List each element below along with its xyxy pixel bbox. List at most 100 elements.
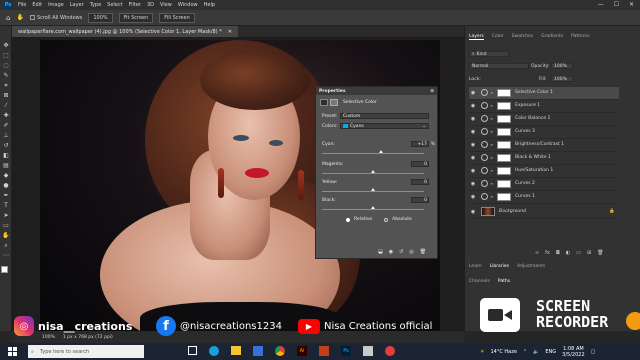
taskbar-search-box[interactable]: ⌕ Type here to search — [28, 345, 144, 358]
cyan-slider[interactable] — [322, 150, 424, 154]
powerpoint-icon[interactable] — [319, 346, 329, 356]
new-layer-icon[interactable]: ⊞ — [587, 250, 591, 256]
fx-icon[interactable]: fx — [545, 250, 550, 256]
visibility-eye-icon[interactable]: ◉ — [469, 116, 477, 122]
clone-stamp-tool-icon[interactable]: ⊥ — [2, 132, 10, 139]
visibility-eye-icon[interactable]: ◉ — [469, 181, 477, 187]
colors-select[interactable]: Cyans ⌄ — [340, 123, 429, 129]
layer-mask-thumb[interactable] — [497, 101, 511, 110]
home-icon[interactable]: ⌂ — [6, 14, 10, 22]
photoshop-taskbar-icon[interactable]: Ps — [341, 346, 351, 356]
gradient-tool-icon[interactable]: ▤ — [2, 162, 10, 169]
eraser-tool-icon[interactable]: ◧ — [2, 152, 10, 159]
type-tool-icon[interactable]: T — [2, 202, 10, 209]
view-previous-icon[interactable]: ◉ — [389, 249, 393, 255]
task-view-icon[interactable] — [188, 346, 197, 355]
media-player-icon[interactable] — [385, 346, 395, 356]
fit-screen-button[interactable]: Fit Screen — [118, 12, 154, 23]
pen-tool-icon[interactable]: ✒ — [2, 192, 10, 199]
tray-chevron-icon[interactable]: ⌃ — [523, 349, 527, 355]
language-indicator[interactable]: ENG — [545, 349, 556, 355]
magenta-slider-thumb[interactable] — [371, 170, 375, 173]
layer-mask-thumb[interactable] — [497, 179, 511, 188]
path-select-tool-icon[interactable]: ➤ — [2, 212, 10, 219]
add-mask-icon[interactable]: ◘ — [556, 250, 560, 256]
layer-mask-thumb[interactable] — [497, 140, 511, 149]
menu-3d[interactable]: 3D — [147, 2, 154, 8]
tab-libraries[interactable]: Libraries — [490, 264, 509, 269]
layer-row[interactable]: ◉ ∞ Selective Color 1 — [469, 87, 619, 100]
reset-icon[interactable]: ↺ — [399, 249, 403, 255]
tab-patterns[interactable]: Patterns — [571, 34, 590, 40]
visibility-eye-icon[interactable]: ◉ — [469, 194, 477, 200]
dodge-tool-icon[interactable]: ● — [2, 182, 10, 189]
properties-header[interactable]: Properties ≡ — [316, 87, 437, 95]
clip-to-layer-icon[interactable]: ⬓ — [378, 249, 383, 255]
visibility-eye-icon[interactable]: ◉ — [469, 129, 477, 135]
menu-select[interactable]: Select — [107, 2, 122, 8]
layer-mask-thumb[interactable] — [497, 88, 511, 97]
hand-tool-icon[interactable]: ✋ — [16, 14, 23, 21]
new-adjustment-icon[interactable]: ◐ — [566, 250, 570, 256]
store-icon[interactable] — [253, 346, 263, 356]
mask-icon[interactable] — [330, 99, 338, 106]
fill-field[interactable]: 100% — [551, 76, 573, 82]
tab-paths[interactable]: Paths — [498, 279, 510, 284]
yellow-slider-thumb[interactable] — [371, 188, 375, 191]
close-button[interactable]: ✕ — [629, 1, 634, 8]
layer-row[interactable]: ◉ ∞ Exposure 1 — [469, 100, 619, 113]
layer-row[interactable]: ◉ ∞ Black & White 1 — [469, 152, 619, 165]
quick-select-tool-icon[interactable]: ✎ — [2, 72, 10, 79]
shape-tool-icon[interactable]: ▭ — [2, 222, 10, 229]
tab-adjustments[interactable]: Adjustments — [517, 264, 545, 269]
move-tool-icon[interactable]: ✥ — [2, 42, 10, 49]
layer-row[interactable]: ◉ ∞ Curves 1 — [469, 191, 619, 204]
visibility-eye-icon[interactable]: ◉ — [469, 155, 477, 161]
layer-mask-thumb[interactable] — [497, 114, 511, 123]
magenta-value-field[interactable]: 0 — [411, 161, 429, 167]
chrome-icon[interactable] — [275, 346, 285, 356]
tab-color[interactable]: Color — [492, 34, 504, 40]
visibility-eye-icon[interactable]: ◉ — [469, 168, 477, 174]
visibility-eye-icon[interactable]: ◉ — [469, 209, 477, 215]
black-slider-thumb[interactable] — [371, 206, 375, 209]
marquee-tool-icon[interactable]: ⬚ — [2, 52, 10, 59]
volume-icon[interactable]: 🔈 — [533, 349, 539, 355]
file-explorer-icon[interactable] — [231, 346, 241, 355]
tab-gradients[interactable]: Gradients — [541, 34, 563, 40]
menu-window[interactable]: Window — [178, 2, 198, 8]
panel-menu-icon[interactable]: ≡ — [430, 89, 434, 94]
windows-start-icon[interactable] — [8, 347, 17, 356]
tab-channels[interactable]: Channels — [469, 279, 490, 284]
healing-brush-tool-icon[interactable]: ✚ — [2, 112, 10, 119]
layer-row[interactable]: ◉ ∞ Brightness/Contrast 1 — [469, 139, 619, 152]
absolute-radio[interactable] — [384, 217, 389, 222]
edge-icon[interactable] — [209, 346, 219, 356]
visibility-eye-icon[interactable]: ◉ — [469, 103, 477, 109]
crop-tool-icon[interactable]: ⌗ — [2, 82, 10, 89]
new-group-icon[interactable]: ▭ — [576, 250, 581, 256]
zoom-tool-icon[interactable]: ⌕ — [2, 242, 10, 249]
yellow-slider[interactable] — [322, 188, 424, 192]
app-icon[interactable] — [363, 346, 373, 356]
menu-help[interactable]: Help — [204, 2, 215, 8]
kind-filter[interactable]: ⌕ Kind — [469, 51, 509, 57]
link-layers-icon[interactable]: ∞ — [535, 250, 539, 256]
layer-row[interactable]: ◉ ∞ Color Balance 1 — [469, 113, 619, 126]
lasso-tool-icon[interactable]: ◌ — [2, 62, 10, 69]
tab-close-icon[interactable]: ✕ — [228, 29, 232, 35]
frame-tool-icon[interactable]: ⊠ — [2, 92, 10, 99]
menu-file[interactable]: File — [18, 2, 26, 8]
illustrator-icon[interactable]: Ai — [297, 346, 307, 356]
scroll-all-windows-checkbox[interactable]: Scroll All Windows — [29, 15, 82, 21]
foreground-color-swatch[interactable] — [1, 266, 8, 273]
tab-swatches[interactable]: Swatches — [512, 34, 534, 40]
menu-filter[interactable]: Filter — [129, 2, 141, 8]
visibility-icon[interactable]: ◎ — [409, 249, 413, 255]
layer-row[interactable]: ◉ ∞ Hue/Saturation 1 — [469, 165, 619, 178]
tab-layers[interactable]: Layers — [469, 34, 484, 40]
layer-mask-thumb[interactable] — [497, 127, 511, 136]
cyan-slider-thumb[interactable] — [379, 150, 384, 153]
blur-tool-icon[interactable]: ◆ — [2, 172, 10, 179]
preset-select[interactable]: Custom — [340, 113, 429, 119]
